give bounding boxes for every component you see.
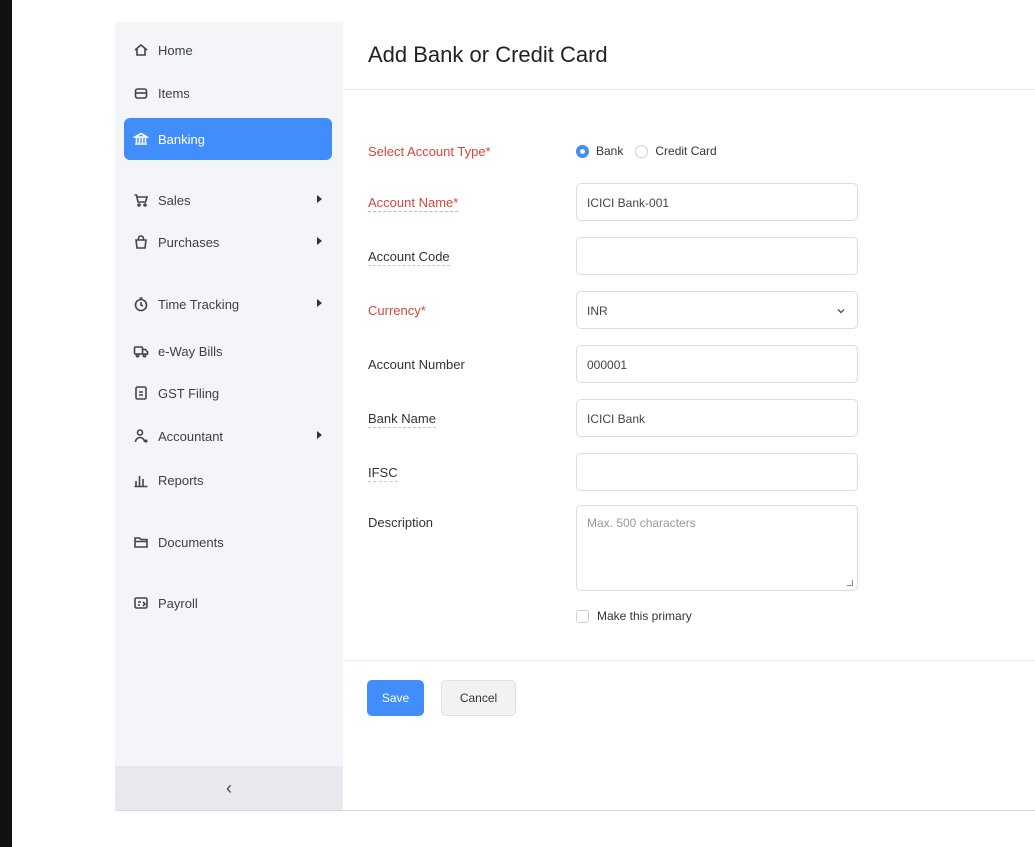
sidebar-item-label: Banking — [158, 131, 205, 147]
footer-divider — [343, 660, 1035, 661]
account-name-value: ICICI Bank-001 — [587, 196, 670, 210]
account-type-label: Select Account Type* — [368, 144, 491, 159]
account-number-row: Account Number 000001 — [343, 345, 1035, 383]
bank-name-input[interactable]: ICICI Bank — [576, 399, 858, 437]
resize-handle-icon[interactable] — [847, 580, 853, 586]
sidebar-item-time-tracking[interactable]: Time Tracking — [124, 286, 332, 322]
sidebar-item-label: Time Tracking — [158, 296, 240, 312]
credit-card-radio-label[interactable]: Credit Card — [655, 144, 716, 158]
sidebar-item-documents[interactable]: Documents — [124, 524, 332, 560]
description-label: Description — [368, 515, 434, 530]
sidebar-item-label: e-Way Bills — [158, 343, 223, 359]
document-icon — [132, 384, 150, 402]
title-divider — [343, 89, 1035, 90]
account-code-row: Account Code — [343, 237, 1035, 275]
sidebar-item-home[interactable]: Home — [124, 32, 332, 68]
user-icon — [132, 427, 150, 445]
bank-name-label: Bank Name — [368, 411, 436, 428]
account-name-input[interactable]: ICICI Bank-001 — [576, 183, 858, 221]
sidebar-item-purchases[interactable]: Purchases — [124, 224, 332, 260]
box-icon — [132, 84, 150, 102]
account-type-row: Select Account Type* Bank Credit Card — [343, 132, 1035, 170]
bank-radio[interactable] — [576, 144, 589, 158]
description-placeholder: Max. 500 characters — [587, 516, 696, 530]
page-title: Add Bank or Credit Card — [368, 42, 608, 67]
sidebar-item-sales[interactable]: Sales — [124, 182, 332, 218]
currency-value: INR — [587, 304, 608, 318]
expand-arrow-icon — [317, 431, 322, 439]
account-code-input[interactable] — [576, 237, 858, 275]
left-edge-strip — [0, 0, 12, 847]
make-primary-checkbox[interactable] — [576, 609, 589, 623]
bag-icon — [132, 233, 150, 251]
bank-icon — [132, 130, 150, 148]
ifsc-row: IFSC — [343, 453, 1035, 491]
bank-name-row: Bank Name ICICI Bank — [343, 399, 1035, 437]
currency-row: Currency* INR — [343, 291, 1035, 329]
sidebar-item-banking[interactable]: Banking — [124, 118, 332, 160]
sidebar-collapse-button[interactable]: ‹ — [115, 766, 343, 810]
sidebar: Home Items Banking Sales Purchases Time … — [115, 22, 343, 810]
bank-name-value: ICICI Bank — [587, 412, 646, 426]
sidebar-item-label: Payroll — [158, 595, 198, 611]
sidebar-item-label: Sales — [158, 192, 191, 208]
account-number-value: 000001 — [587, 358, 628, 372]
make-primary-label[interactable]: Make this primary — [597, 609, 692, 623]
sidebar-item-items[interactable]: Items — [124, 75, 332, 111]
bar-chart-icon — [132, 471, 150, 489]
save-button[interactable]: Save — [367, 680, 424, 716]
payroll-icon — [132, 594, 150, 612]
home-icon — [132, 41, 150, 59]
make-primary-row: Make this primary — [576, 609, 692, 623]
account-number-label: Account Number — [368, 357, 465, 372]
sidebar-item-label: Purchases — [158, 234, 220, 250]
sidebar-item-label: Items — [158, 85, 190, 101]
sidebar-item-gst-filing[interactable]: GST Filing — [124, 375, 332, 411]
chevron-left-icon: ‹ — [226, 777, 232, 798]
chevron-down-icon — [837, 309, 845, 314]
description-textarea[interactable]: Max. 500 characters — [576, 505, 858, 591]
sidebar-item-e-way-bills[interactable]: e-Way Bills — [124, 333, 332, 369]
account-name-label: Account Name* — [368, 195, 459, 212]
bottom-border — [115, 810, 1035, 811]
credit-card-radio[interactable] — [635, 144, 649, 158]
ifsc-label: IFSC — [368, 465, 398, 482]
ifsc-input[interactable] — [576, 453, 858, 491]
sidebar-item-accountant[interactable]: Accountant — [124, 418, 332, 454]
account-code-label: Account Code — [368, 249, 450, 266]
cart-icon — [132, 191, 150, 209]
clock-icon — [132, 295, 150, 313]
sidebar-item-label: Documents — [158, 534, 224, 550]
account-number-input[interactable]: 000001 — [576, 345, 858, 383]
folder-icon — [132, 533, 150, 551]
account-type-radio-group: Bank Credit Card — [576, 144, 729, 158]
sidebar-item-label: Accountant — [158, 428, 224, 444]
sidebar-item-reports[interactable]: Reports — [124, 462, 332, 498]
expand-arrow-icon — [317, 237, 322, 245]
cancel-button[interactable]: Cancel — [441, 680, 516, 716]
form-panel: Add Bank or Credit Card Select Account T… — [343, 22, 1035, 810]
expand-arrow-icon — [317, 299, 322, 307]
sidebar-item-payroll[interactable]: Payroll — [124, 585, 332, 621]
bank-radio-label[interactable]: Bank — [596, 144, 623, 158]
description-row: Description Max. 500 characters — [343, 505, 1035, 591]
truck-icon — [132, 342, 150, 360]
currency-label: Currency* — [368, 303, 426, 318]
sidebar-item-label: Home — [158, 42, 193, 58]
expand-arrow-icon — [317, 195, 322, 203]
sidebar-item-label: Reports — [158, 472, 204, 488]
currency-select[interactable]: INR — [576, 291, 858, 329]
account-name-row: Account Name* ICICI Bank-001 — [343, 183, 1035, 221]
sidebar-item-label: GST Filing — [158, 385, 220, 401]
